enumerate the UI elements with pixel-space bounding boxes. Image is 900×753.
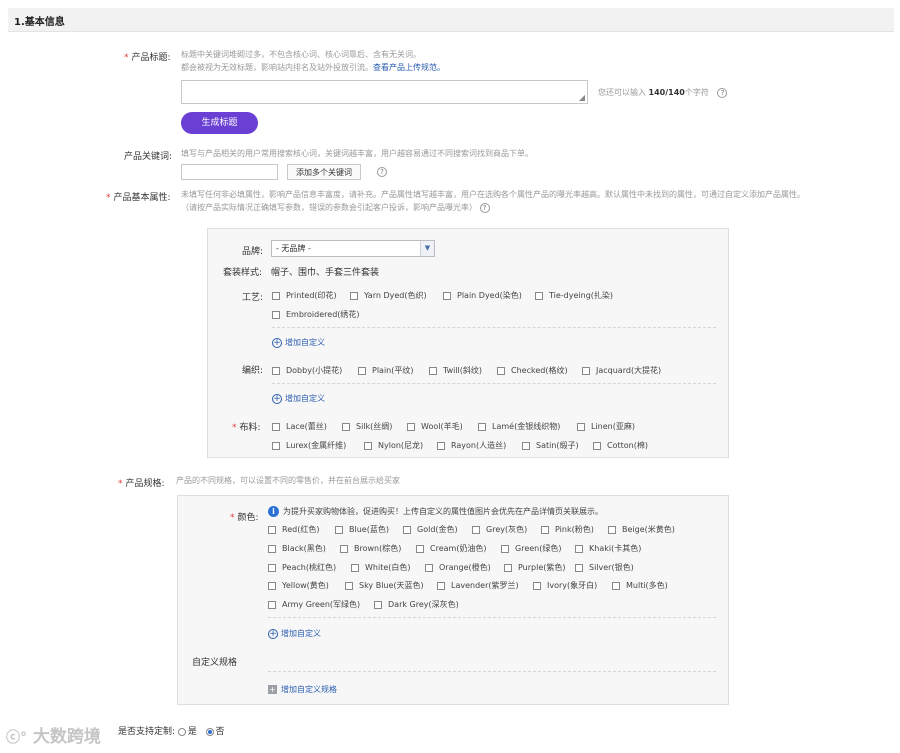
color-option[interactable]: Sky Blue(天蓝色) (345, 580, 424, 591)
fabric-option[interactable]: Satin(缎子) (522, 440, 579, 451)
product-attributes-hint: 未填写任何非必填属性，影响产品信息丰富度，请补充。产品属性填写越丰富，用户在选购… (181, 188, 805, 214)
add-custom-spec-button[interactable]: + 增加自定义规格 (268, 684, 337, 695)
fabric-option[interactable]: Lace(蕾丝) (272, 421, 327, 432)
color-tip: i 为提升买家购物体验，促进购买！上传自定义的属性值图片会优先在产品详情页关联展示… (268, 506, 603, 517)
set-style-label: 套装样式: (223, 268, 263, 278)
watermark-logo: ⓒ° 大数跨境 (6, 727, 101, 747)
color-option[interactable]: Blue(蓝色) (335, 524, 389, 535)
weave-option[interactable]: Twill(斜纹) (429, 365, 482, 376)
fabric-option[interactable]: Lamé(金银线织物) (478, 421, 560, 432)
color-option[interactable]: Dark Grey(深灰色) (374, 599, 459, 610)
keyword-input[interactable] (181, 164, 278, 180)
color-option[interactable]: Army Green(军绿色) (268, 599, 360, 610)
color-option[interactable]: Ivory(象牙白) (533, 580, 597, 591)
title-hint-line2: 都会被视为无效标题，影响站内排名及站外投放引流。 (181, 63, 373, 72)
product-spec-label: * 产品规格: (118, 479, 165, 489)
add-custom-craft-button[interactable]: + 增加自定义 (272, 337, 325, 348)
generate-title-button[interactable]: 生成标题 (181, 112, 258, 134)
attributes-hint-line1: 未填写任何非必填属性，影响产品信息丰富度，请补充。产品属性填写越丰富，用户在选购… (181, 190, 805, 199)
weave-option[interactable]: Dobby(小提花) (272, 365, 342, 376)
color-option[interactable]: Orange(橙色) (425, 562, 491, 573)
divider (268, 617, 716, 618)
product-title-label: * 产品标题: (124, 53, 171, 63)
add-keywords-button[interactable]: 添加多个关键词 (287, 164, 361, 180)
color-option[interactable]: Peach(桃红色) (268, 562, 336, 573)
plus-circle-icon: + (272, 337, 282, 348)
product-spec-hint: 产品的不同规格，可以设置不同的零售价，并在前台展示给买家 (176, 476, 400, 485)
fabric-label: * 布料: (232, 423, 261, 433)
customization-no-radio[interactable] (205, 727, 214, 736)
customization-row: 是否支持定制: 是 否 (118, 727, 225, 737)
craft-option[interactable]: Tie-dyeing(扎染) (535, 290, 613, 301)
product-title-textarea[interactable]: ◢ (181, 80, 588, 104)
info-icon: i (268, 506, 279, 517)
color-option[interactable]: Brown(棕色) (340, 543, 401, 554)
upload-spec-link[interactable]: 查看产品上传规范。 (373, 63, 445, 72)
fabric-option[interactable]: Wool(羊毛) (407, 421, 463, 432)
color-option[interactable]: Black(黑色) (268, 543, 326, 554)
brand-select[interactable]: - 无品牌 - ▼ (271, 240, 435, 257)
fabric-option[interactable]: Nylon(尼龙) (364, 440, 423, 451)
customization-yes-radio[interactable] (177, 727, 186, 736)
color-option[interactable]: Beige(米黄色) (608, 524, 675, 535)
color-option[interactable]: Purple(紫色) (504, 562, 566, 573)
chevron-down-icon[interactable]: ▼ (420, 241, 434, 256)
plus-circle-icon: + (272, 393, 282, 404)
weave-option[interactable]: Plain(平纹) (358, 365, 413, 376)
fabric-option[interactable]: Linen(亚麻) (577, 421, 635, 432)
divider (268, 671, 716, 672)
color-label: * 颜色: (230, 513, 259, 523)
logo-icon: ⓒ° (6, 730, 27, 746)
color-option[interactable]: Grey(灰色) (472, 524, 527, 535)
color-option[interactable]: Gold(金色) (403, 524, 458, 535)
color-option[interactable]: Multi(多色) (612, 580, 668, 591)
brand-select-value: - 无品牌 - (276, 244, 311, 253)
section-title: 1.基本信息 (14, 17, 65, 28)
fabric-option[interactable]: Cotton(棉) (593, 440, 648, 451)
weave-option[interactable]: Jacquard(大提花) (582, 365, 661, 376)
help-icon[interactable]: ? (479, 203, 490, 213)
product-attributes-label: * 产品基本属性: (106, 193, 171, 203)
color-option[interactable]: White(白色) (351, 562, 411, 573)
weave-label: 编织: (242, 366, 264, 376)
title-char-counter: 您还可以输入 140/140个字符 ? (598, 86, 728, 99)
divider (272, 383, 716, 384)
plus-square-icon: + (268, 685, 277, 694)
resize-grip-icon[interactable]: ◢ (579, 93, 585, 102)
help-icon[interactable]: ? (377, 167, 387, 177)
craft-option[interactable]: Embroidered(绣花) (272, 309, 360, 320)
section-header: 1.基本信息 (8, 8, 894, 32)
fabric-option[interactable]: Silk(丝绸) (342, 421, 392, 432)
craft-label: 工艺: (242, 293, 264, 303)
color-option[interactable]: Lavender(紫罗兰) (437, 580, 519, 591)
set-style-value: 帽子、围巾、手套三件套装 (271, 268, 380, 278)
weave-option[interactable]: Checked(格纹) (497, 365, 568, 376)
fabric-option[interactable]: Lurex(金属纤维) (272, 440, 346, 451)
plus-circle-icon: + (268, 628, 278, 639)
divider (272, 327, 716, 328)
attributes-hint-line2: （请按产品实际情况正确填写参数，错误的参数会引起客户投诉，影响产品曝光率） (181, 203, 477, 212)
title-hint-line1: 标题中关键词堆砌过多，不包含核心词、核心词靠后、含有无关词。 (181, 50, 421, 59)
add-custom-color-button[interactable]: + 增加自定义 (268, 628, 321, 639)
color-option[interactable]: Red(红色) (268, 524, 319, 535)
brand-label: 品牌: (242, 247, 264, 257)
color-option[interactable]: Yellow(黄色) (268, 580, 329, 591)
craft-option[interactable]: Printed(印花) (272, 290, 337, 301)
color-option[interactable]: Khaki(卡其色) (575, 543, 641, 554)
custom-spec-label: 自定义规格 (192, 658, 238, 668)
color-option[interactable]: Pink(粉色) (541, 524, 594, 535)
color-option[interactable]: Silver(银色) (575, 562, 634, 573)
color-option[interactable]: Green(绿色) (501, 543, 561, 554)
color-option[interactable]: Cream(奶油色) (416, 543, 487, 554)
customization-label: 是否支持定制: (118, 727, 176, 737)
help-icon[interactable]: ? (717, 88, 728, 98)
product-keyword-hint: 填写与产品相关的用户常用搜索核心词，关键词越丰富，用户越容易通过不同搜索词找到商… (181, 149, 533, 158)
product-keyword-label: 产品关键词: (124, 152, 173, 162)
product-title-hint: 标题中关键词堆砌过多，不包含核心词、核心词靠后、含有无关词。 都会被视为无效标题… (181, 48, 445, 74)
add-custom-weave-button[interactable]: + 增加自定义 (272, 393, 325, 404)
craft-option[interactable]: Yarn Dyed(色织) (350, 290, 427, 301)
craft-option[interactable]: Plain Dyed(染色) (443, 290, 522, 301)
fabric-option[interactable]: Rayon(人造丝) (437, 440, 506, 451)
